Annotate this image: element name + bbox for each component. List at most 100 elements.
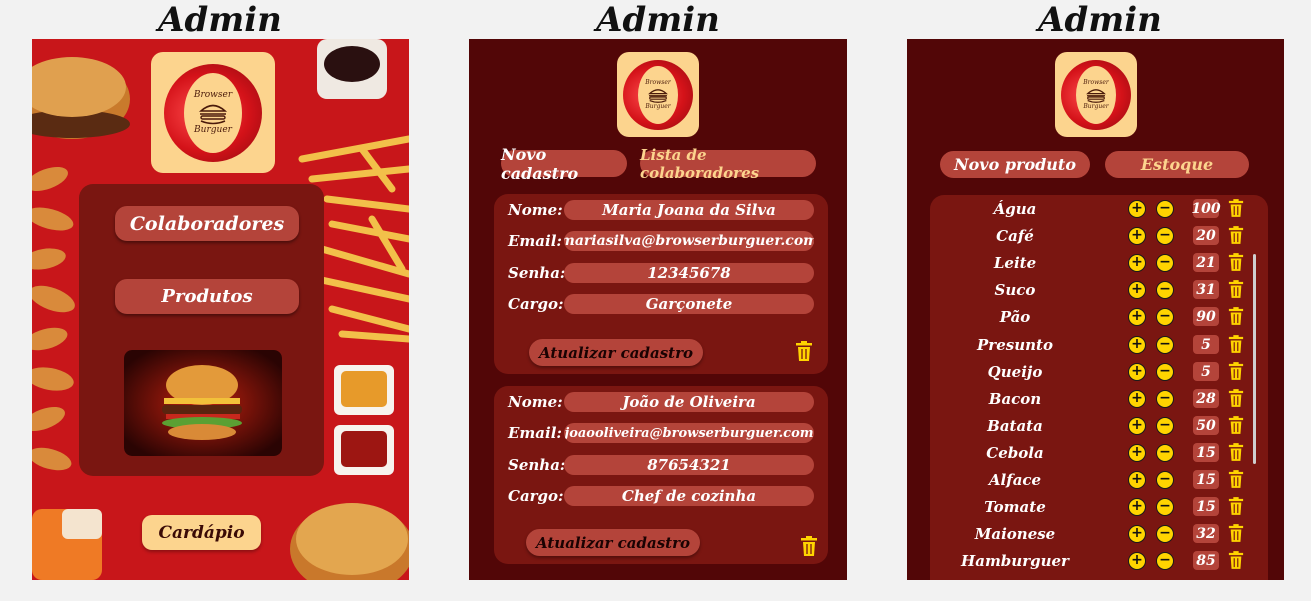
role-field[interactable]: Garçonete bbox=[564, 294, 814, 314]
trash-icon[interactable] bbox=[1228, 253, 1244, 271]
minus-icon[interactable]: − bbox=[1156, 254, 1174, 272]
minus-icon[interactable]: − bbox=[1156, 336, 1174, 354]
plus-icon[interactable]: + bbox=[1128, 417, 1146, 435]
tab-lista-colaboradores[interactable]: Lista de colaboradores bbox=[640, 146, 816, 182]
stock-row: Café + − 20 bbox=[930, 224, 1268, 248]
employee-card: Nome: Maria Joana da Silva Email: marias… bbox=[494, 194, 828, 374]
minus-icon[interactable]: − bbox=[1156, 200, 1174, 218]
name-label: Nome: bbox=[508, 393, 563, 411]
minus-icon[interactable]: − bbox=[1156, 390, 1174, 408]
trash-icon[interactable] bbox=[1228, 443, 1244, 461]
trash-icon[interactable] bbox=[1228, 524, 1244, 542]
burger-logo-icon bbox=[648, 88, 668, 103]
update-button[interactable]: Atualizar cadastro bbox=[529, 339, 703, 366]
stock-list[interactable]: Água + −100 Café + −20 Leite + −21 Suco + −31 Pão + −9… bbox=[930, 195, 1268, 580]
stock-row: Água + −100 bbox=[930, 197, 1268, 221]
quantity-value[interactable]: 100 bbox=[1191, 199, 1221, 218]
scrollbar[interactable] bbox=[1253, 254, 1256, 464]
trash-icon[interactable] bbox=[1228, 389, 1244, 407]
plus-icon[interactable]: + bbox=[1128, 498, 1146, 516]
quantity-value[interactable]: 21 bbox=[1193, 253, 1219, 272]
produtos-button[interactable]: Produtos bbox=[115, 279, 299, 314]
minus-icon[interactable]: − bbox=[1156, 552, 1174, 570]
minus-icon[interactable]: − bbox=[1156, 444, 1174, 462]
quantity-value[interactable]: 15 bbox=[1193, 443, 1219, 462]
stock-row: Presunto + − 5 bbox=[930, 333, 1268, 357]
quantity-value[interactable]: 28 bbox=[1193, 389, 1219, 408]
trash-icon[interactable] bbox=[1228, 307, 1244, 325]
minus-icon[interactable]: − bbox=[1156, 363, 1174, 381]
admin-menu-card: Colaboradores Produtos bbox=[79, 184, 324, 476]
quantity-value[interactable]: 15 bbox=[1193, 470, 1219, 489]
burger-photo bbox=[124, 350, 282, 456]
trash-icon[interactable] bbox=[800, 536, 818, 556]
name-field[interactable]: João de Oliveira bbox=[564, 392, 814, 412]
quantity-value[interactable]: 32 bbox=[1193, 524, 1219, 543]
trash-icon[interactable] bbox=[1228, 280, 1244, 298]
trash-icon[interactable] bbox=[1228, 551, 1244, 569]
minus-icon[interactable]: − bbox=[1156, 227, 1174, 245]
trash-icon[interactable] bbox=[1228, 362, 1244, 380]
password-field[interactable]: 12345678 bbox=[564, 263, 814, 283]
cardapio-button[interactable]: Cardápio bbox=[142, 515, 261, 550]
product-name: Maionese bbox=[974, 525, 1056, 543]
plus-icon[interactable]: + bbox=[1128, 308, 1146, 326]
quantity-value[interactable]: 5 bbox=[1193, 362, 1219, 381]
trash-icon[interactable] bbox=[1228, 497, 1244, 515]
tab-novo-cadastro[interactable]: Novo cadastro bbox=[501, 145, 627, 183]
password-field[interactable]: 87654321 bbox=[564, 455, 814, 475]
email-field[interactable]: mariasilva@browserburguer.com bbox=[564, 231, 814, 251]
email-label: Email: bbox=[508, 232, 562, 250]
minus-icon[interactable]: − bbox=[1156, 417, 1174, 435]
stock-row: Maionese + − 32 bbox=[930, 522, 1268, 546]
plus-icon[interactable]: + bbox=[1128, 471, 1146, 489]
minus-icon[interactable]: − bbox=[1156, 281, 1174, 299]
plus-icon[interactable]: + bbox=[1128, 227, 1146, 245]
trash-icon[interactable] bbox=[795, 341, 813, 361]
password-label: Senha: bbox=[508, 456, 566, 474]
trash-icon[interactable] bbox=[1228, 416, 1244, 434]
minus-icon[interactable]: − bbox=[1156, 525, 1174, 543]
product-name: Bacon bbox=[988, 390, 1042, 408]
tab-estoque[interactable]: Estoque bbox=[1105, 151, 1249, 178]
role-field[interactable]: Chef de cozinha bbox=[564, 486, 814, 506]
name-field[interactable]: Maria Joana da Silva bbox=[564, 200, 814, 220]
colaboradores-button[interactable]: Colaboradores bbox=[115, 206, 299, 241]
logo-text-line1: Browser bbox=[193, 89, 233, 100]
stock-row: Bacon + − 28 bbox=[930, 387, 1268, 411]
quantity-value[interactable]: 50 bbox=[1193, 416, 1219, 435]
quantity-value[interactable]: 85 bbox=[1193, 551, 1219, 570]
product-name: Batata bbox=[987, 417, 1043, 435]
trash-icon[interactable] bbox=[1228, 470, 1244, 488]
quantity-value[interactable]: 20 bbox=[1193, 226, 1219, 245]
quantity-value[interactable]: 15 bbox=[1193, 497, 1219, 516]
email-field[interactable]: joaooliveira@browserburguer.com bbox=[564, 423, 814, 443]
stock-row: Tomate + − 15 bbox=[930, 495, 1268, 519]
plus-icon[interactable]: + bbox=[1128, 336, 1146, 354]
trash-icon[interactable] bbox=[1228, 226, 1244, 244]
plus-icon[interactable]: + bbox=[1128, 281, 1146, 299]
logo: Browser Burguer bbox=[1055, 52, 1137, 137]
trash-icon[interactable] bbox=[1228, 335, 1244, 353]
product-name: Suco bbox=[994, 281, 1036, 299]
plus-icon[interactable]: + bbox=[1128, 363, 1146, 381]
stock-row: Alface + − 15 bbox=[930, 468, 1268, 492]
plus-icon[interactable]: + bbox=[1128, 444, 1146, 462]
plus-icon[interactable]: + bbox=[1128, 254, 1146, 272]
trash-icon[interactable] bbox=[1228, 199, 1244, 217]
tab-novo-produto[interactable]: Novo produto bbox=[940, 151, 1090, 178]
product-name: Leite bbox=[993, 254, 1037, 272]
update-button[interactable]: Atualizar cadastro bbox=[526, 529, 700, 556]
minus-icon[interactable]: − bbox=[1156, 471, 1174, 489]
plus-icon[interactable]: + bbox=[1128, 552, 1146, 570]
minus-icon[interactable]: − bbox=[1156, 308, 1174, 326]
plus-icon[interactable]: + bbox=[1128, 200, 1146, 218]
plus-icon[interactable]: + bbox=[1128, 390, 1146, 408]
product-name: Hamburguer bbox=[961, 552, 1069, 570]
minus-icon[interactable]: − bbox=[1156, 498, 1174, 516]
quantity-value[interactable]: 5 bbox=[1193, 335, 1219, 354]
quantity-value[interactable]: 31 bbox=[1193, 280, 1219, 299]
quantity-value[interactable]: 90 bbox=[1193, 307, 1219, 326]
product-name: Café bbox=[996, 227, 1034, 245]
plus-icon[interactable]: + bbox=[1128, 525, 1146, 543]
